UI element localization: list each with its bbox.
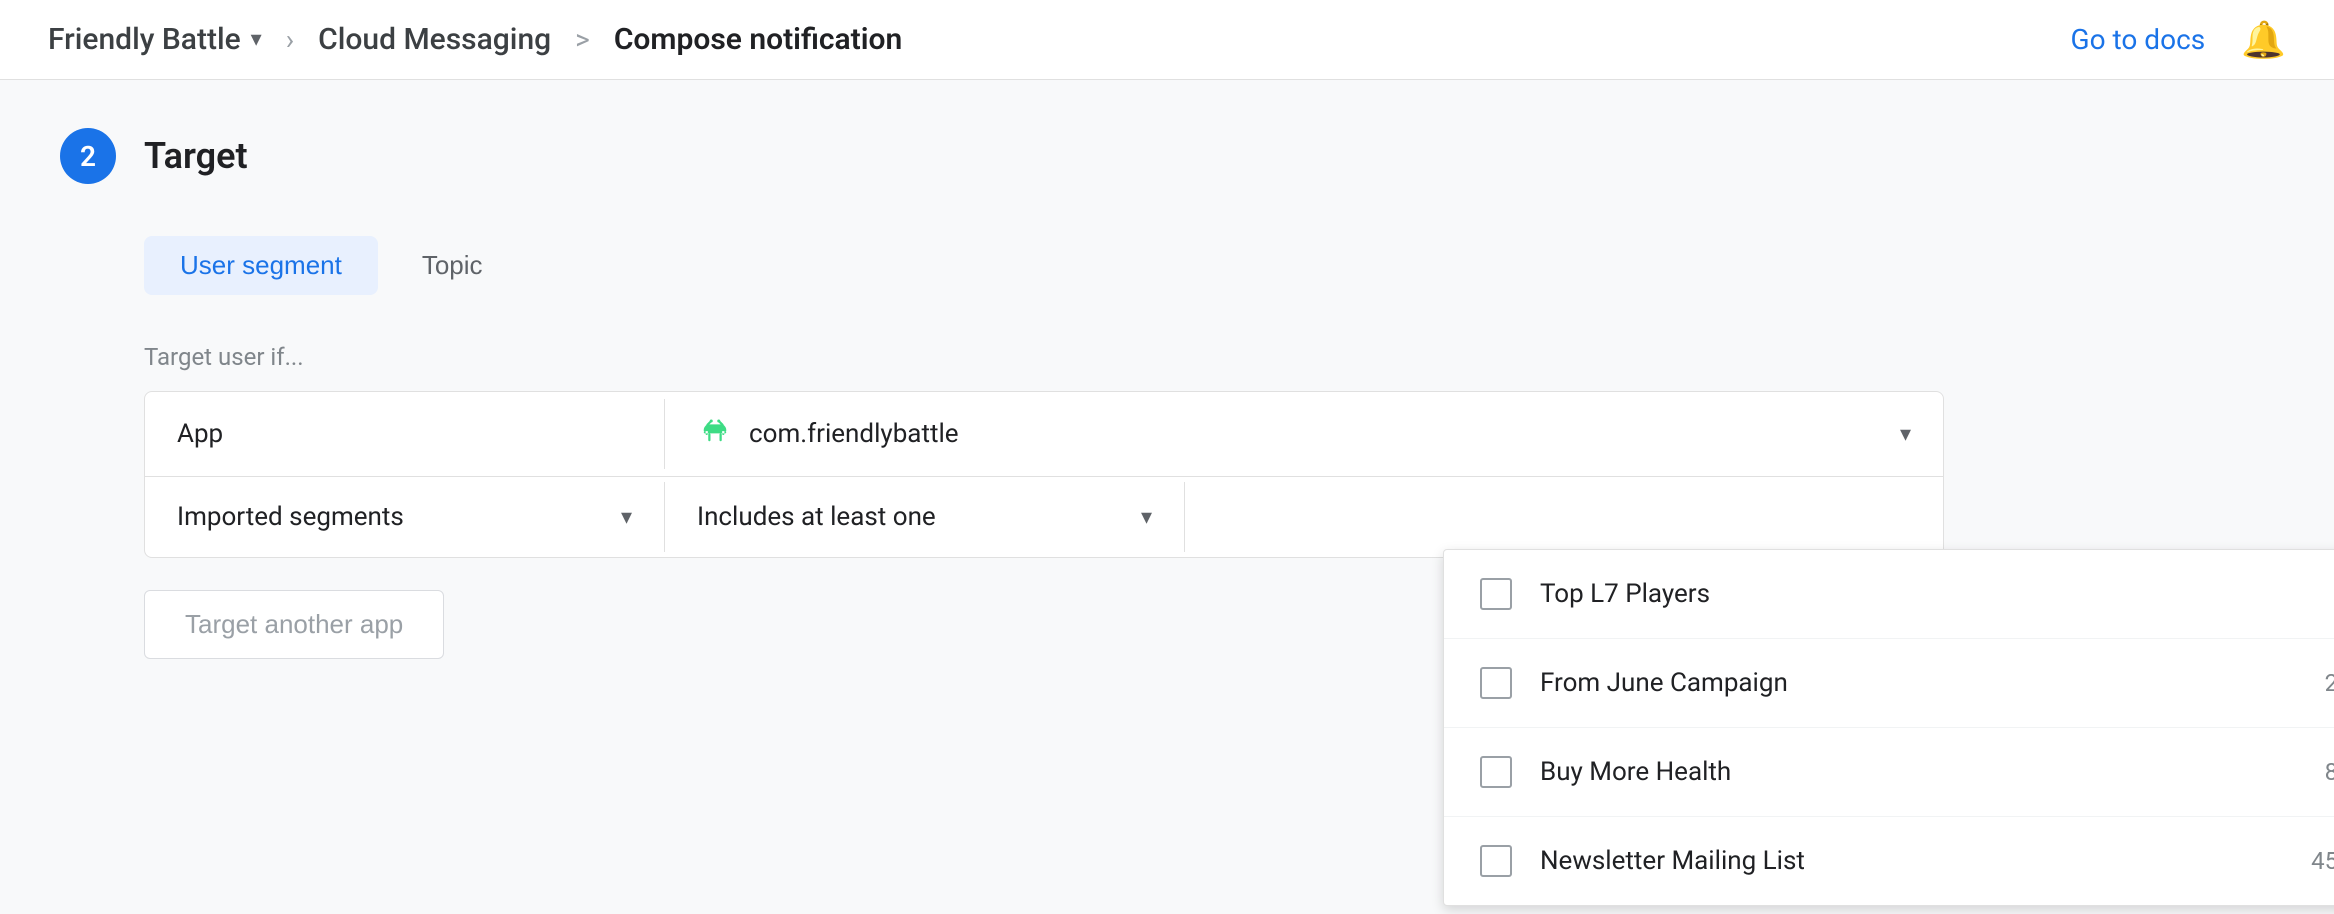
dropdown-item-2-count: 80,000 instances xyxy=(2325,758,2334,786)
condition-dropdown-arrow[interactable]: ▾ xyxy=(1141,505,1152,530)
dropdown-item-2[interactable]: Buy More Health 80,000 instances xyxy=(1444,728,2334,817)
segments-dropdown-panel: Top L7 Players 8,900 instances From June… xyxy=(1443,549,2334,906)
target-user-label: Target user if... xyxy=(144,343,2274,371)
segments-dropdown-arrow[interactable]: ▾ xyxy=(621,505,632,530)
segments-condition-value: Includes at least one ▾ xyxy=(665,482,1185,552)
target-table: App com.friendlybattle ▾ Imported xyxy=(144,391,1944,558)
dropdown-item-0[interactable]: Top L7 Players 8,900 instances xyxy=(1444,550,2334,639)
breadcrumb-arrow: › xyxy=(286,23,294,56)
nav-right: Go to docs 🔔 xyxy=(2071,19,2286,61)
app-dropdown-chevron[interactable]: ▾ xyxy=(251,27,262,52)
tab-topic[interactable]: Topic xyxy=(386,236,519,295)
app-row-value: com.friendlybattle ▾ xyxy=(665,392,1943,476)
nav-left: Friendly Battle ▾ › Cloud Messaging > Co… xyxy=(48,22,902,57)
top-nav: Friendly Battle ▾ › Cloud Messaging > Co… xyxy=(0,0,2334,80)
step-circle: 2 xyxy=(60,128,116,184)
checkbox-newsletter[interactable] xyxy=(1480,845,1512,877)
notification-bell-icon[interactable]: 🔔 xyxy=(2241,19,2286,61)
nav-current-page: Compose notification xyxy=(614,22,902,57)
dropdown-item-1-count: 20,500 instances xyxy=(2325,669,2334,697)
tab-row: User segment Topic xyxy=(144,236,2274,295)
go-to-docs-link[interactable]: Go to docs xyxy=(2071,23,2206,56)
app-dropdown-arrow[interactable]: ▾ xyxy=(1900,422,1911,447)
tab-user-segment[interactable]: User segment xyxy=(144,236,378,295)
table-row-segments: Imported segments ▾ Includes at least on… xyxy=(145,477,1943,557)
app-name[interactable]: Friendly Battle ▾ xyxy=(48,22,262,57)
checkbox-june-campaign[interactable] xyxy=(1480,667,1512,699)
app-name-label: Friendly Battle xyxy=(48,22,241,57)
checkbox-buy-more-health[interactable] xyxy=(1480,756,1512,788)
target-another-app-button[interactable]: Target another app xyxy=(144,590,444,659)
nav-product-label: Cloud Messaging xyxy=(318,22,551,57)
dropdown-item-3-name: Newsletter Mailing List xyxy=(1540,846,2283,876)
checkbox-top-l7[interactable] xyxy=(1480,578,1512,610)
app-row-label: App xyxy=(145,399,665,469)
segments-row-label: Imported segments ▾ xyxy=(145,482,665,552)
table-row-app: App com.friendlybattle ▾ xyxy=(145,392,1943,477)
dropdown-item-3[interactable]: Newsletter Mailing List 450,200 instance… xyxy=(1444,817,2334,905)
dropdown-item-1[interactable]: From June Campaign 20,500 instances xyxy=(1444,639,2334,728)
main-content: 2 Target User segment Topic Target user … xyxy=(0,80,2334,914)
dropdown-item-3-count: 450,200 instances xyxy=(2311,847,2334,875)
section-title: Target xyxy=(144,135,248,177)
dropdown-item-1-name: From June Campaign xyxy=(1540,668,2297,698)
notification-bell-container: 🔔 xyxy=(2241,19,2286,61)
section-header: 2 Target xyxy=(60,128,2274,184)
dropdown-item-2-name: Buy More Health xyxy=(1540,757,2297,787)
android-icon xyxy=(697,412,733,456)
breadcrumb-separator: > xyxy=(575,23,590,56)
app-value-text: com.friendlybattle xyxy=(749,419,959,449)
dropdown-item-0-name: Top L7 Players xyxy=(1540,579,2310,609)
